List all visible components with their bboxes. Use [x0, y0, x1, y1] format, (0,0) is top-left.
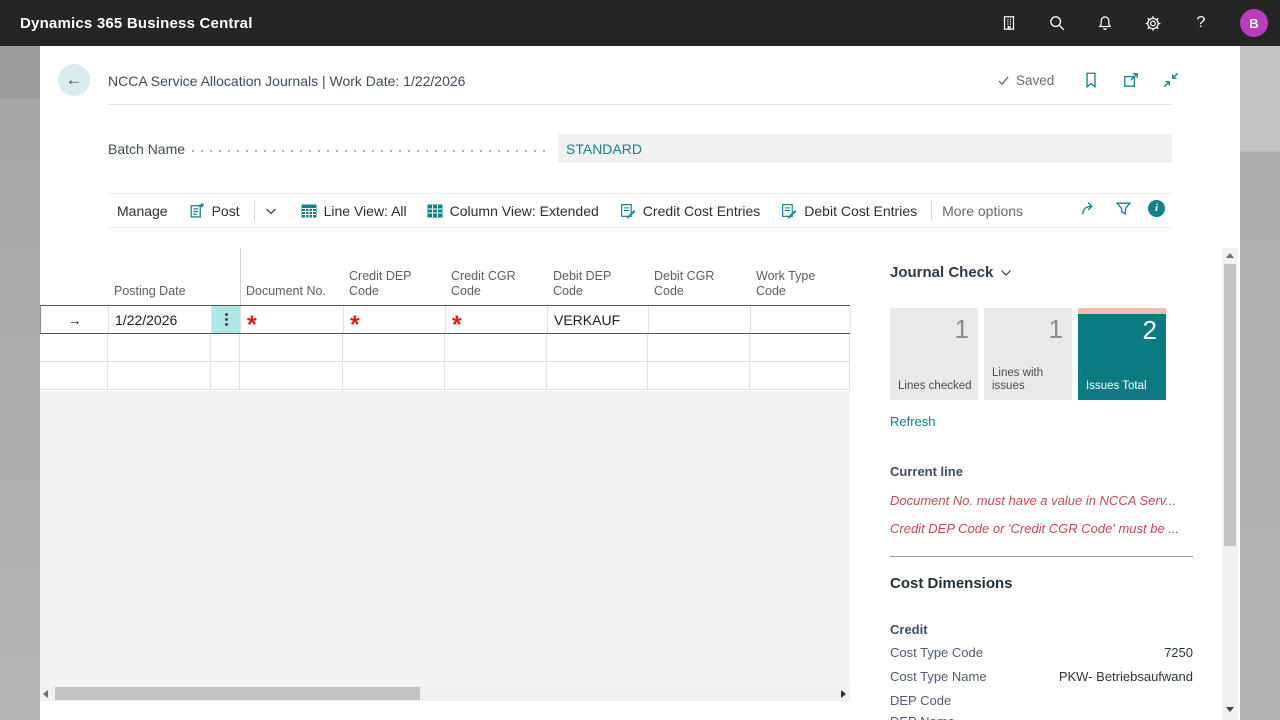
column-view-button[interactable]: Column View: Extended [427, 203, 599, 219]
avatar[interactable]: B [1240, 9, 1268, 37]
toolbar-separator [254, 201, 255, 221]
cell-credit-dep-code[interactable]: * [344, 306, 446, 333]
column-header-work-type-code[interactable]: Work Type Code [750, 248, 850, 305]
page-title[interactable]: NCCA Service Allocation Journals | Work … [108, 73, 465, 89]
cost-dimensions-heading: Cost Dimensions [890, 575, 1013, 592]
scroll-up-arrow[interactable] [1226, 253, 1234, 258]
cell-document-no[interactable]: * [241, 306, 344, 333]
notifications-icon[interactable] [1096, 14, 1114, 32]
column-header-posting-date[interactable]: Posting Date [108, 248, 211, 305]
column-header-credit-dep-code[interactable]: Credit DEP Code [343, 248, 445, 305]
backdrop-left [0, 46, 40, 720]
column-header-credit-cgr-code[interactable]: Credit CGR Code [445, 248, 547, 305]
required-star-icon: * [350, 320, 360, 330]
app-window: Dynamics 365 Business Central [0, 0, 1280, 720]
info-icon[interactable]: i [1148, 200, 1165, 217]
table-empty-area [40, 391, 850, 686]
more-options-button[interactable]: More options [942, 203, 1023, 219]
bookmark-icon[interactable] [1082, 71, 1100, 89]
backdrop-right [1240, 46, 1280, 720]
frozen-column-divider [240, 248, 241, 305]
cell-debit-cgr-code[interactable] [649, 306, 751, 333]
search-icon[interactable] [1048, 14, 1066, 32]
vertical-scrollbar-thumb[interactable] [1224, 264, 1236, 546]
app-title: Dynamics 365 Business Central [20, 15, 253, 32]
toolbar-separator [931, 201, 932, 221]
dotted-leader [192, 150, 552, 152]
post-button[interactable]: Post [188, 202, 240, 219]
cell-credit-cgr-code[interactable]: * [446, 306, 548, 333]
factbox-divider [890, 556, 1193, 557]
topbar: Dynamics 365 Business Central [0, 0, 1280, 46]
current-line-heading: Current line [890, 464, 963, 479]
scroll-down-arrow[interactable] [1226, 707, 1234, 712]
batch-name-field[interactable]: STANDARD [558, 134, 1172, 163]
cell-debit-dep-code[interactable]: VERKAUF [548, 306, 649, 333]
chevron-down-icon [1000, 269, 1012, 277]
cue-issues-total[interactable]: 2 Issues Total [1078, 308, 1166, 400]
dep-name-row: DEP Name [890, 714, 1193, 720]
credit-group-label: Credit [890, 622, 928, 637]
dep-code-row: DEP Code [890, 693, 1193, 711]
refresh-link[interactable]: Refresh [890, 414, 936, 429]
error-message[interactable]: Credit DEP Code or 'Credit CGR Code' mus… [890, 521, 1179, 536]
required-star-icon: * [247, 320, 257, 330]
batch-name-value: STANDARD [566, 141, 642, 157]
cue-lines-with-issues[interactable]: 1 Lines with issues [984, 308, 1072, 400]
share-icon[interactable] [1080, 199, 1098, 217]
company-icon[interactable] [1000, 14, 1018, 32]
debit-cost-entries-button[interactable]: Debit Cost Entries [780, 202, 917, 219]
filter-icon[interactable] [1114, 199, 1132, 217]
batch-name-label: Batch Name [108, 141, 185, 157]
cost-type-code-row: Cost Type Code 7250 [890, 645, 1193, 663]
journal-check-header[interactable]: Journal Check [890, 264, 1012, 281]
credit-cost-entries-button[interactable]: Credit Cost Entries [619, 202, 760, 219]
error-message[interactable]: Document No. must have a value in NCCA S… [890, 493, 1176, 508]
column-header-document-no[interactable]: Document No. [240, 248, 343, 305]
journal-check-cues: 1 Lines checked 1 Lines with issues 2 Is… [890, 308, 1166, 400]
cell-work-type-code[interactable] [751, 306, 851, 333]
cost-type-name-row: Cost Type Name PKW- Betriebsaufwand [890, 669, 1193, 687]
saved-indicator: Saved [997, 73, 1054, 88]
settings-icon[interactable] [1144, 14, 1162, 32]
current-row-indicator[interactable]: → [41, 306, 109, 333]
horizontal-scrollbar-thumb[interactable] [55, 687, 420, 700]
collapse-icon[interactable] [1162, 71, 1180, 89]
line-view-button[interactable]: Line View: All [301, 203, 407, 219]
scroll-left-arrow[interactable] [43, 690, 48, 698]
check-icon [997, 74, 1010, 87]
table-row-empty[interactable] [40, 362, 850, 390]
action-toolbar: Manage Post Line View: All Column View: … [108, 193, 1172, 228]
open-in-new-window-icon[interactable] [1122, 71, 1140, 89]
table-row-empty[interactable] [40, 334, 850, 362]
help-icon[interactable]: ? [1192, 14, 1210, 32]
scroll-right-arrow[interactable] [841, 690, 846, 698]
column-header-debit-dep-code[interactable]: Debit DEP Code [547, 248, 648, 305]
header-divider [108, 104, 1172, 105]
avatar-initial: B [1249, 16, 1258, 31]
cell-posting-date[interactable]: 1/22/2026 [109, 306, 212, 333]
ellipsis-icon [225, 313, 228, 326]
entries-edit-icon [619, 202, 636, 219]
column-view-icon [427, 204, 443, 218]
post-icon [188, 202, 205, 219]
cue-lines-checked[interactable]: 1 Lines checked [890, 308, 978, 400]
saved-label: Saved [1016, 73, 1054, 88]
required-star-icon: * [452, 320, 462, 330]
back-button[interactable]: ← [58, 64, 90, 96]
column-header-debit-cgr-code[interactable]: Debit CGR Code [648, 248, 750, 305]
cell-row-menu-focused[interactable] [212, 306, 241, 333]
line-view-icon [301, 204, 317, 218]
entries-edit-icon [780, 202, 797, 219]
manage-button[interactable]: Manage [117, 203, 168, 219]
table-row: → 1/22/2026 * * * VERKAUF [40, 305, 850, 334]
post-dropdown-chevron[interactable] [265, 207, 277, 215]
